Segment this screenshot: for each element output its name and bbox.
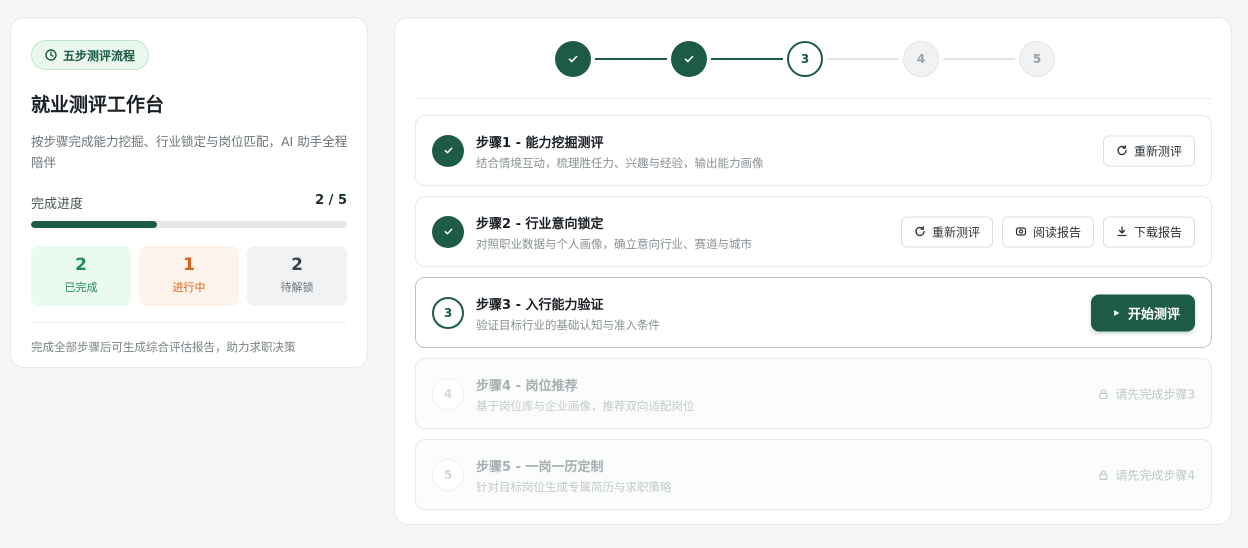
locked-note-text: 请先完成步骤4 (1115, 468, 1195, 482)
step-card-2: 步骤2 - 行业意向锁定 对照职业数据与个人画像，确立意向行业、赛道与城市 重新… (415, 196, 1212, 267)
stat-in-progress: 1 进行中 (139, 246, 239, 306)
header-divider (415, 98, 1212, 99)
footer-note: 完成全部步骤后可生成综合评估报告，助力求职决策 (31, 340, 296, 354)
stats-row: 2 已完成 1 进行中 2 待解锁 (31, 246, 347, 306)
progress-bar-fill (31, 221, 158, 228)
step-number-badge: 4 (432, 377, 464, 410)
locked-note-text: 请先完成步骤3 (1115, 387, 1195, 401)
step-description: 对照职业数据与个人画像，确立意向行业、赛道与城市 (476, 237, 752, 251)
refresh-icon (1117, 145, 1127, 156)
step-card-5: 5 步骤5 - 一岗一历定制 针对目标岗位生成专属简历与求职策略 请先完成步骤4 (415, 439, 1212, 510)
stepper-connector (943, 58, 1015, 60)
step-actions: 重新测评 (1102, 135, 1195, 166)
start-test-button[interactable]: 开始测评 (1090, 294, 1195, 331)
locked-note: 请先完成步骤4 (1098, 466, 1195, 483)
step-title: 步骤4 - 岗位推荐 (476, 379, 578, 394)
step-title: 步骤2 - 行业意向锁定 (476, 217, 604, 232)
stepper-node-4: 4 (903, 41, 939, 77)
download-report-button-label: 下载报告 (1133, 225, 1182, 239)
check-icon (444, 228, 452, 235)
download-icon (1117, 226, 1127, 237)
check-icon (444, 147, 452, 154)
step-status-done (432, 215, 464, 248)
progress-value: 2 / 5 (315, 193, 347, 208)
process-tag: 五步测评流程 (31, 40, 150, 70)
stepper-node-2[interactable] (671, 41, 707, 77)
step-number-badge: 5 (432, 458, 464, 491)
lock-icon (1099, 469, 1108, 480)
locked-note: 请先完成步骤3 (1098, 385, 1195, 402)
step-card-4: 4 步骤4 - 岗位推荐 基于岗位库与企业画像，推荐双向适配岗位 请先完成步骤3 (415, 358, 1212, 429)
stat-label: 已完成 (64, 281, 98, 294)
read-report-button-label: 阅读报告 (1032, 225, 1081, 239)
stat-value: 2 (291, 255, 303, 275)
step-status-done (432, 134, 464, 167)
stepper-connector (595, 58, 667, 60)
stat-completed: 2 已完成 (31, 246, 131, 306)
step-title: 步骤5 - 一岗一历定制 (476, 460, 604, 475)
check-icon (568, 55, 578, 63)
lock-icon (1099, 388, 1108, 399)
step-description: 验证目标行业的基础认知与准入条件 (476, 318, 660, 332)
step-description: 针对目标岗位生成专属简历与求职策略 (476, 480, 672, 494)
page-title: 就业测评工作台 (31, 94, 165, 116)
progress-bar (31, 221, 347, 228)
step-title: 步骤1 - 能力挖掘测评 (476, 136, 604, 151)
download-report-button[interactable]: 下载报告 (1102, 216, 1195, 247)
step-number-badge: 3 (432, 296, 464, 329)
step-actions: 重新测评 阅读报告 下载报告 (900, 216, 1195, 247)
divider (31, 322, 347, 323)
stepper-node-1[interactable] (555, 41, 591, 77)
stepper-node-5: 5 (1019, 41, 1055, 77)
retest-button[interactable]: 重新测评 (1102, 135, 1195, 166)
stat-locked: 2 待解锁 (247, 246, 347, 306)
start-test-button-label: 开始测评 (1127, 307, 1180, 322)
process-tag-label: 五步测评流程 (63, 48, 136, 63)
stat-value: 1 (183, 255, 195, 275)
refresh-icon (915, 226, 925, 237)
step-description: 基于岗位库与企业画像，推荐双向适配岗位 (476, 399, 695, 413)
retest-button-label: 重新测评 (1133, 144, 1182, 158)
stat-value: 2 (75, 255, 87, 275)
progress-row: 完成进度 2 / 5 (31, 193, 347, 212)
retest-button[interactable]: 重新测评 (900, 216, 993, 247)
steps-card: 3 4 5 步骤1 - 能力挖掘测评 结合情境互动，梳理胜任力、兴趣与经验，输出… (394, 17, 1232, 525)
stat-label: 待解锁 (280, 281, 314, 294)
step-card-3: 3 步骤3 - 入行能力验证 验证目标行业的基础认知与准入条件 开始测评 (415, 277, 1212, 348)
step-description: 结合情境互动，梳理胜任力、兴趣与经验，输出能力画像 (476, 156, 764, 170)
read-report-button[interactable]: 阅读报告 (1001, 216, 1094, 247)
retest-button-label: 重新测评 (931, 225, 980, 239)
page-subtitle: 按步骤完成能力挖掘、行业锁定与岗位匹配，AI 助手全程陪伴 (31, 134, 348, 170)
step-actions: 开始测评 (1090, 294, 1195, 331)
summary-card: 五步测评流程 就业测评工作台 按步骤完成能力挖掘、行业锁定与岗位匹配，AI 助手… (10, 17, 368, 368)
check-icon (684, 55, 694, 63)
clock-icon (45, 49, 57, 61)
step-title: 步骤3 - 入行能力验证 (476, 298, 604, 313)
step-card-1: 步骤1 - 能力挖掘测评 结合情境互动，梳理胜任力、兴趣与经验，输出能力画像 重… (415, 115, 1212, 186)
stepper-connector (711, 58, 783, 60)
stat-label: 进行中 (172, 281, 206, 294)
play-icon (1114, 309, 1120, 316)
stepper-connector (827, 58, 899, 60)
stepper-node-3[interactable]: 3 (787, 41, 823, 77)
eye-icon (1015, 227, 1027, 236)
progress-label: 完成进度 (31, 197, 84, 212)
stepper: 3 4 5 (555, 41, 1055, 77)
